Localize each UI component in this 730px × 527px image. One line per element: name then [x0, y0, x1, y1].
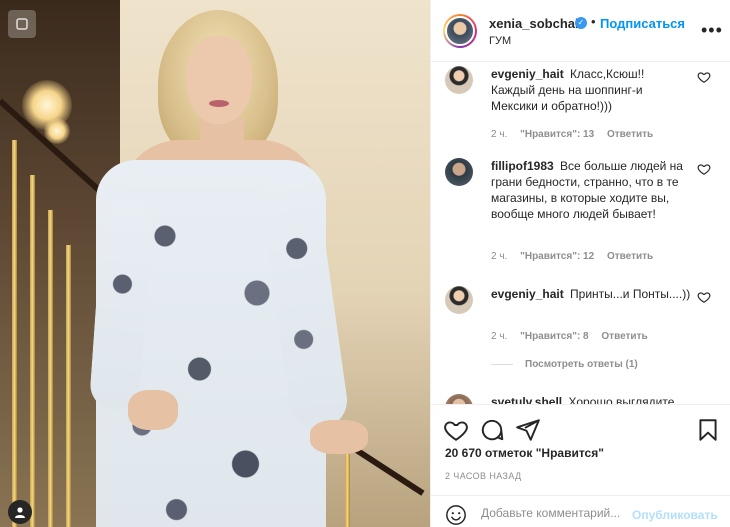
reply-button[interactable]: Ответить — [607, 251, 653, 262]
photo-baluster — [30, 175, 35, 527]
follow-button[interactable]: Подписаться — [600, 16, 685, 31]
comment-body: Хорошо выглядите — [568, 395, 675, 404]
photo-lips — [209, 100, 229, 107]
comment-icon[interactable] — [479, 417, 505, 443]
comment-username[interactable]: svetulv.shell — [491, 395, 562, 404]
author-username[interactable]: xenia_sobchak — [489, 16, 582, 31]
comment-likes[interactable]: "Нравится": 8 — [520, 331, 589, 342]
commenter-avatar[interactable] — [445, 66, 473, 94]
heart-icon[interactable] — [697, 162, 711, 176]
comment-likes[interactable]: "Нравится": 12 — [520, 251, 594, 262]
comment-input[interactable] — [481, 506, 631, 520]
comment-username[interactable]: fillipof1983 — [491, 159, 554, 173]
photo-baluster — [345, 450, 350, 527]
post-time[interactable]: 2 ЧАСОВ НАЗАД — [445, 471, 522, 481]
post-photo[interactable] — [0, 0, 430, 527]
list-item: evgeniy_hait Принты...и Понты....)) 2 ч.… — [445, 286, 721, 346]
tag-icon[interactable] — [8, 500, 32, 524]
photo-right-hand — [310, 420, 368, 454]
comment-text: evgeniy_hait Принты...и Понты....)) — [491, 286, 691, 302]
more-icon[interactable]: ••• — [701, 20, 723, 40]
reply-button[interactable]: Ответить — [607, 129, 653, 140]
comment-meta: 2 ч. "Нравится": 8 Ответить — [491, 331, 658, 342]
commenter-avatar[interactable] — [445, 394, 473, 404]
publish-button[interactable]: Опубликовать — [632, 508, 718, 522]
commenter-avatar[interactable] — [445, 158, 473, 186]
list-item: evgeniy_hait Класс,Ксюш!! Каждый день на… — [445, 66, 721, 146]
bookmark-icon[interactable] — [695, 417, 721, 443]
comment-username[interactable]: evgeniy_hait — [491, 287, 564, 301]
post-location[interactable]: ГУМ — [489, 35, 511, 47]
photo-corner-icon — [8, 10, 36, 38]
comment-username[interactable]: evgeniy_hait — [491, 67, 564, 81]
photo-left-hand — [128, 390, 178, 430]
emoji-icon[interactable] — [445, 504, 467, 526]
list-item: fillipof1983 Все больше людей на грани б… — [445, 158, 721, 268]
comments-list[interactable]: evgeniy_hait Класс,Ксюш!! Каждый день на… — [431, 62, 730, 404]
post-header: xenia_sobchak ✓ • Подписаться ГУМ ••• — [431, 0, 730, 62]
verified-icon: ✓ — [575, 17, 587, 29]
separator-dot: • — [591, 14, 596, 29]
photo-face — [186, 36, 252, 124]
comment-time[interactable]: 2 ч. — [491, 129, 507, 140]
list-item: svetulv.shell Хорошо выглядите — [445, 394, 721, 404]
commenter-avatar[interactable] — [445, 286, 473, 314]
comment-time[interactable]: 2 ч. — [491, 331, 507, 342]
comment-meta: 2 ч. "Нравится": 13 Ответить — [491, 129, 663, 140]
comment-text: svetulv.shell Хорошо выглядите — [491, 394, 730, 404]
comment-body: Принты...и Понты....)) — [570, 287, 691, 301]
comment-text: fillipof1983 Все больше людей на грани б… — [491, 158, 691, 222]
comment-text: evgeniy_hait Класс,Ксюш!! Каждый день на… — [491, 66, 691, 114]
comment-likes[interactable]: "Нравится": 13 — [520, 129, 594, 140]
post-side-panel: xenia_sobchak ✓ • Подписаться ГУМ ••• ev… — [430, 0, 730, 527]
heart-icon[interactable] — [443, 417, 469, 443]
photo-baluster — [48, 210, 53, 527]
comment-time[interactable]: 2 ч. — [491, 251, 507, 262]
photo-baluster — [66, 245, 71, 527]
heart-icon[interactable] — [697, 290, 711, 304]
likes-count[interactable]: 20 670 отметок "Нравится" — [445, 446, 604, 460]
view-replies-button[interactable]: Посмотреть ответы (1) — [491, 359, 638, 370]
share-icon[interactable] — [515, 417, 541, 443]
add-comment-bar: Опубликовать — [431, 495, 730, 527]
photo-baluster — [12, 140, 17, 527]
comment-meta: 2 ч. "Нравится": 12 Ответить — [491, 251, 663, 262]
author-avatar[interactable] — [443, 14, 477, 48]
reply-button[interactable]: Ответить — [601, 331, 647, 342]
heart-icon[interactable] — [697, 70, 711, 84]
